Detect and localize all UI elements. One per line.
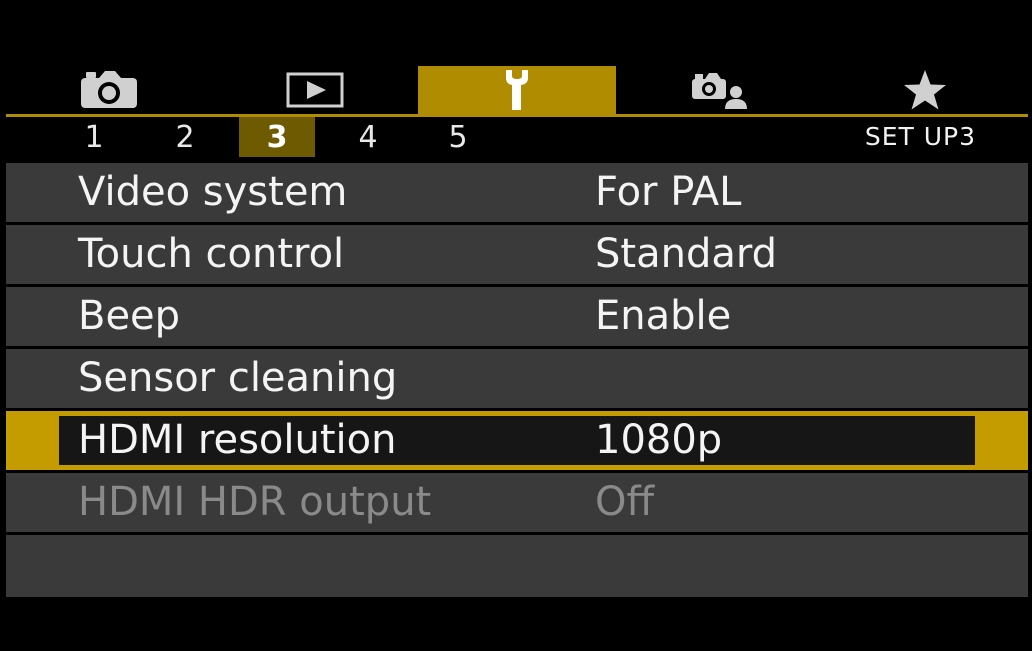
section-label: SET UP3 — [864, 122, 976, 151]
menu-tab-bar — [6, 66, 1028, 114]
menu-item-label: HDMI resolution — [78, 417, 397, 463]
tab-setup[interactable] — [418, 66, 616, 114]
menu-list: Video system For PAL Touch control Stand… — [6, 163, 1028, 597]
menu-item-video-system[interactable]: Video system For PAL — [6, 163, 1028, 222]
menu-item-value: For PAL — [595, 169, 742, 215]
subtab-bar: 1 2 3 4 5 SET UP3 — [6, 117, 1028, 157]
tab-custom-functions[interactable] — [616, 66, 822, 114]
subtab-4[interactable]: 4 — [330, 117, 406, 157]
tab-shooting[interactable] — [6, 66, 212, 114]
menu-item-value: Enable — [595, 293, 732, 339]
camera-icon — [80, 70, 138, 110]
menu-item-sensor-cleaning[interactable]: Sensor cleaning — [6, 349, 1028, 408]
menu-item-label: Touch control — [78, 231, 345, 277]
menu-item-beep[interactable]: Beep Enable — [6, 287, 1028, 346]
subtab-1[interactable]: 1 — [56, 117, 132, 157]
menu-item-label: HDMI HDR output — [78, 479, 432, 525]
playback-icon — [286, 72, 344, 108]
menu-item-label: Sensor cleaning — [78, 355, 398, 401]
tab-playback[interactable] — [212, 66, 418, 114]
menu-item-label: Video system — [78, 169, 348, 215]
subtab-2[interactable]: 2 — [147, 117, 223, 157]
custom-functions-icon — [691, 70, 747, 110]
camera-menu-screen: 1 2 3 4 5 SET UP3 Video system For PAL T… — [0, 0, 1032, 651]
menu-item-value: Off — [595, 479, 655, 525]
menu-item-value: 1080p — [595, 417, 723, 463]
subtab-3[interactable]: 3 — [239, 117, 315, 157]
menu-item-value: Standard — [595, 231, 777, 277]
star-icon — [902, 68, 948, 112]
menu-item-empty — [6, 535, 1028, 597]
menu-item-hdmi-hdr-output: HDMI HDR output Off — [6, 473, 1028, 532]
menu-item-label: Beep — [78, 293, 181, 339]
subtab-5[interactable]: 5 — [420, 117, 496, 157]
tab-my-menu[interactable] — [822, 66, 1028, 114]
wrench-icon — [499, 68, 535, 112]
menu-item-hdmi-resolution[interactable]: HDMI resolution 1080p — [6, 411, 1028, 470]
menu-item-touch-control[interactable]: Touch control Standard — [6, 225, 1028, 284]
